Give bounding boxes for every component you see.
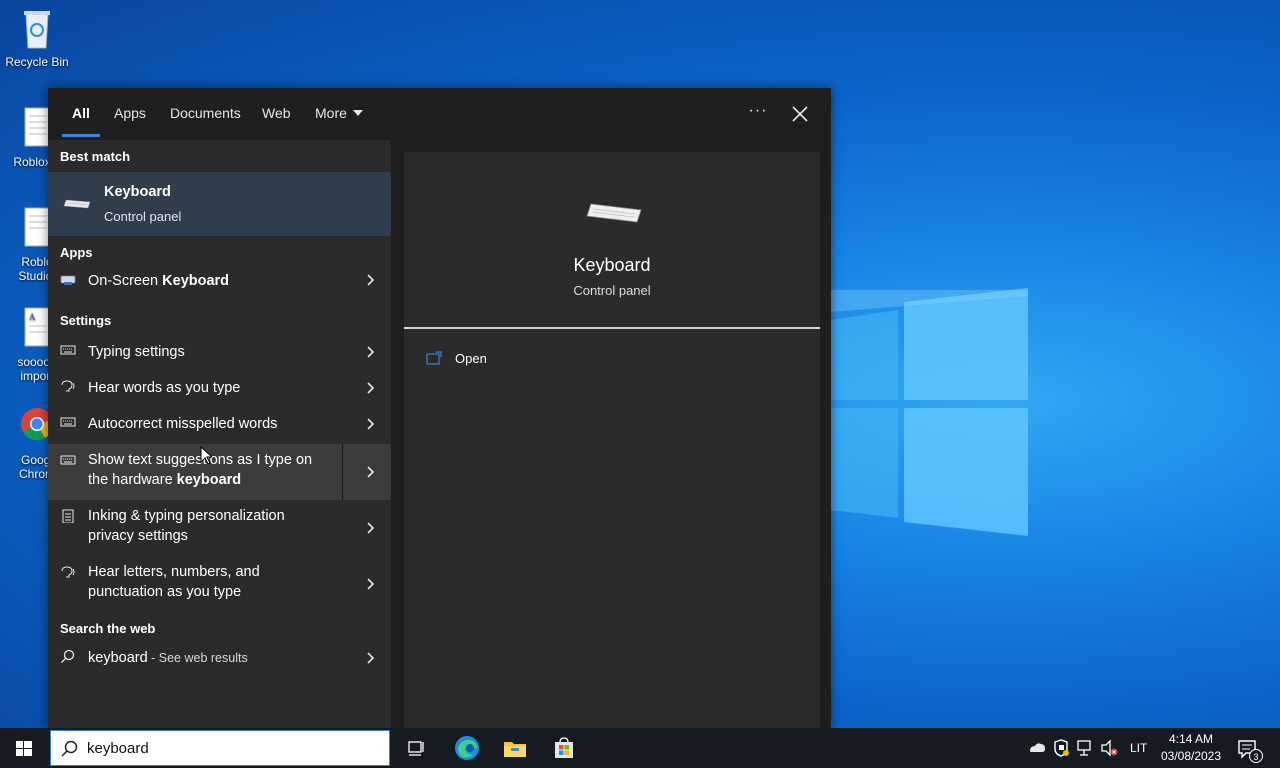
clipboard-icon: [62, 509, 74, 523]
section-heading-best-match: Best match: [60, 149, 131, 164]
recycle-bin-icon: [24, 11, 50, 49]
search-icon: [61, 649, 75, 663]
section-heading-search-web: Search the web: [60, 621, 156, 636]
keyboard-icon: [60, 417, 76, 427]
result-label: Typing settings: [88, 344, 185, 360]
best-match-subtitle: Control panel: [104, 209, 182, 224]
result-label-match: Keyboard: [162, 273, 230, 289]
edge-icon[interactable]: [453, 734, 481, 762]
web-results-suffix: - See web results: [147, 651, 248, 665]
chevron-right-icon[interactable]: [365, 273, 375, 287]
taskbar: LIT 4:14 AM 03/08/2023 3: [0, 728, 1280, 768]
chevron-right-icon[interactable]: [365, 345, 375, 359]
chevron-right-icon[interactable]: [365, 521, 375, 535]
result-label-line2: the hardware keyboard: [88, 470, 312, 490]
search-panel: All Apps Documents Web More ··· Best mat…: [48, 88, 831, 728]
mouse-cursor: [200, 446, 212, 465]
web-query: keyboard: [88, 650, 148, 666]
ellipsis-icon: ···: [748, 102, 768, 119]
open-label: Open: [455, 351, 487, 366]
result-label-line1: Inking & typing personalization: [88, 508, 285, 524]
chevron-right-icon[interactable]: [365, 577, 375, 591]
best-match-title: Keyboard: [104, 184, 171, 200]
chevron-right-icon[interactable]: [365, 381, 375, 395]
task-view-icon[interactable]: [402, 734, 430, 762]
result-label-line1: Hear letters, numbers, and: [88, 564, 260, 580]
result-hear-words[interactable]: Hear words as you type: [48, 370, 391, 406]
file-explorer-icon[interactable]: [501, 734, 529, 762]
network-icon[interactable]: [1075, 728, 1095, 768]
notification-count-badge: 3: [1249, 749, 1263, 763]
tab-more-label: More: [315, 105, 347, 121]
search-tabs-bar: All Apps Documents Web More ···: [48, 88, 831, 140]
tab-all[interactable]: All: [72, 105, 90, 121]
section-heading-apps: Apps: [60, 245, 93, 260]
result-label-match: keyboard: [176, 472, 242, 488]
preview-subtitle: Control panel: [573, 283, 651, 298]
result-label-line2: punctuation as you type: [88, 584, 242, 600]
search-input[interactable]: [87, 737, 377, 759]
result-label-line2-prefix: the hardware: [88, 472, 177, 488]
clock[interactable]: 4:14 AM 03/08/2023: [1150, 731, 1232, 765]
microsoft-store-icon[interactable]: [550, 734, 578, 762]
result-hear-letters[interactable]: Hear letters, numbers, and punctuation a…: [48, 556, 391, 612]
chevron-right-icon[interactable]: [365, 465, 375, 479]
result-label: On-Screen Keyboard: [88, 271, 229, 291]
caret-down-icon: [352, 110, 363, 117]
result-inking-typing-privacy[interactable]: Inking & typing personalization privacy …: [48, 500, 391, 556]
tab-more[interactable]: More: [315, 105, 363, 121]
tab-documents[interactable]: Documents: [170, 105, 241, 121]
search-icon: [61, 740, 78, 757]
section-heading-settings: Settings: [60, 313, 112, 328]
desktop-icon-label: Recycle Bin: [5, 55, 69, 69]
options-button[interactable]: ···: [748, 102, 768, 126]
result-autocorrect[interactable]: Autocorrect misspelled words: [48, 406, 391, 442]
tab-web[interactable]: Web: [262, 105, 291, 121]
keyboard-icon: [60, 345, 76, 355]
windows-logo-wallpaper: [830, 288, 1028, 536]
result-label: Autocorrect misspelled words: [88, 416, 278, 432]
close-icon: [792, 106, 808, 122]
language-indicator[interactable]: LIT: [1130, 741, 1147, 755]
tab-apps[interactable]: Apps: [114, 105, 146, 121]
onedrive-icon[interactable]: [1027, 728, 1047, 768]
result-label: Hear letters, numbers, and punctuation a…: [88, 562, 260, 602]
results-list: Best match Keyboard Control panel Apps O…: [48, 140, 391, 728]
open-window-icon: [426, 351, 442, 365]
chevron-right-icon[interactable]: [365, 417, 375, 431]
result-label: keyboard - See web results: [88, 648, 248, 668]
narrator-icon: [61, 566, 75, 578]
open-action[interactable]: Open: [424, 348, 624, 370]
result-show-text-suggestions[interactable]: Show text suggestions as I type on the h…: [48, 444, 391, 500]
preview-pane: Keyboard Control panel Open: [404, 152, 820, 728]
chevron-right-icon[interactable]: [365, 651, 375, 665]
row-split-divider: [342, 444, 343, 500]
volume-muted-icon[interactable]: [1099, 728, 1119, 768]
best-match-result[interactable]: Keyboard Control panel: [48, 172, 391, 236]
keyboard-icon: [63, 199, 91, 209]
keyboard-icon: [60, 455, 76, 465]
narrator-icon: [61, 380, 75, 392]
clock-date: 03/08/2023: [1160, 749, 1222, 763]
result-label: Inking & typing personalization privacy …: [88, 506, 285, 546]
preview-divider: [404, 327, 820, 329]
result-on-screen-keyboard[interactable]: On-Screen Keyboard: [48, 264, 391, 296]
keyboard-icon: [586, 203, 642, 223]
on-screen-keyboard-icon: [60, 275, 76, 285]
windows-start-icon: [16, 741, 32, 756]
result-label-prefix: On-Screen: [88, 273, 163, 289]
desktop-icon-recycle-bin[interactable]: Recycle Bin: [2, 6, 72, 69]
preview-title: Keyboard: [573, 255, 651, 275]
result-web-search[interactable]: keyboard - See web results: [48, 640, 391, 676]
result-typing-settings[interactable]: Typing settings: [48, 334, 391, 370]
result-label-line2: privacy settings: [88, 528, 188, 544]
security-icon[interactable]: [1051, 728, 1071, 768]
taskbar-search-box[interactable]: [50, 730, 390, 766]
result-label: Hear words as you type: [88, 380, 241, 396]
svg-text:A: A: [29, 312, 36, 322]
clock-time: 4:14 AM: [1168, 732, 1214, 746]
start-button[interactable]: [0, 728, 48, 768]
active-tab-indicator: [62, 134, 100, 137]
close-button[interactable]: [788, 102, 812, 126]
